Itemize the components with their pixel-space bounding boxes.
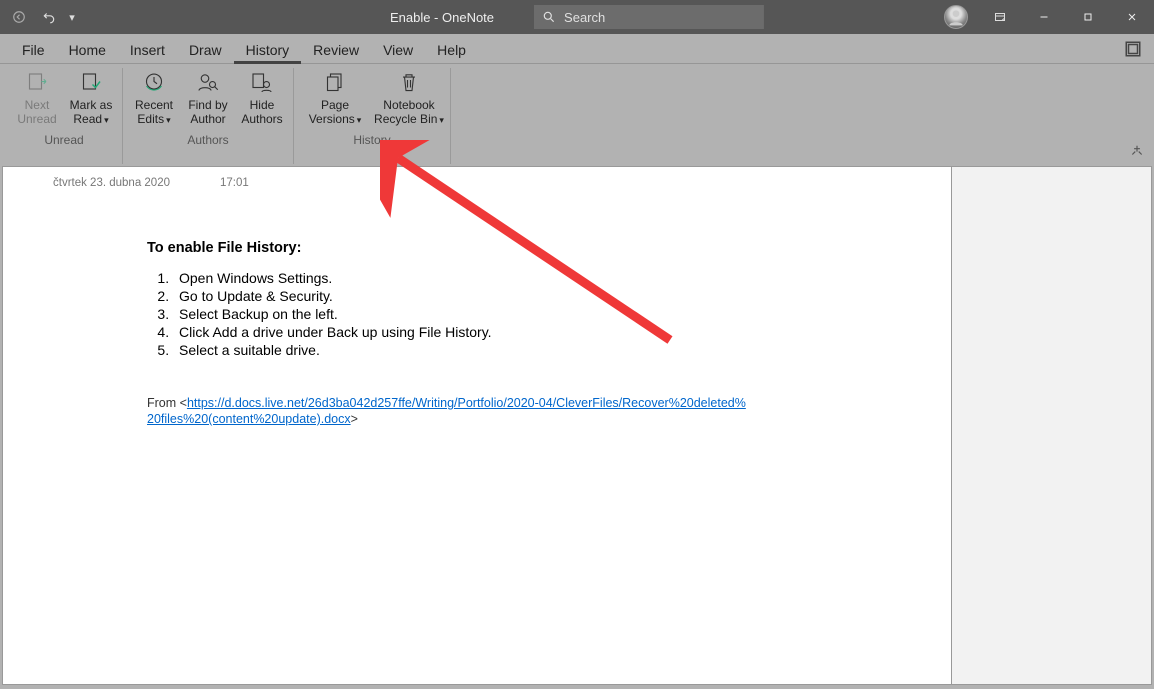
- list-item: Select Backup on the left.: [173, 305, 891, 323]
- group-label-unread: Unread: [12, 127, 116, 149]
- ribbon-display-button[interactable]: [978, 2, 1022, 32]
- mark-as-read-button[interactable]: Mark as Read▾: [66, 68, 116, 127]
- title-center: Enable - OneNote: [390, 5, 764, 29]
- back-button[interactable]: [4, 2, 34, 32]
- trash-icon: [393, 70, 425, 96]
- page-arrow-icon: [21, 70, 53, 96]
- steps-list: Open Windows Settings. Go to Update & Se…: [147, 269, 891, 359]
- page-versions-button[interactable]: Page Versions▾: [300, 68, 370, 127]
- menu-history[interactable]: History: [234, 38, 302, 64]
- titlebar: ▾ Enable - OneNote: [0, 0, 1154, 34]
- minimize-button[interactable]: [1022, 2, 1066, 32]
- workspace: čtvrtek 23. dubna 2020 17:01 To enable F…: [0, 164, 1154, 689]
- list-item: Click Add a drive under Back up using Fi…: [173, 323, 891, 341]
- clock-refresh-icon: [138, 70, 170, 96]
- content-heading: To enable File History:: [147, 239, 891, 257]
- search-box[interactable]: [534, 5, 764, 29]
- fullscreen-icon[interactable]: [1124, 40, 1142, 58]
- undo-button[interactable]: [34, 2, 64, 32]
- person-search-icon: [192, 70, 224, 96]
- page-check-icon: [75, 70, 107, 96]
- group-label-authors: Authors: [129, 127, 287, 149]
- pages-stack-icon: [319, 70, 351, 96]
- ribbon-group-authors: Recent Edits▾ Find by Author Hide Author…: [123, 68, 294, 164]
- list-item: Select a suitable drive.: [173, 341, 891, 359]
- pin-ribbon-icon[interactable]: [1130, 144, 1144, 158]
- page-canvas[interactable]: čtvrtek 23. dubna 2020 17:01 To enable F…: [2, 166, 952, 685]
- page-list-panel[interactable]: [952, 166, 1152, 685]
- search-input[interactable]: [564, 10, 756, 25]
- search-icon: [542, 10, 556, 24]
- menu-view[interactable]: View: [371, 37, 425, 63]
- ribbon-group-unread: Next Unread Mark as Read▾ Unread: [6, 68, 123, 164]
- menu-file[interactable]: File: [10, 37, 57, 63]
- qat-more[interactable]: ▾: [64, 2, 80, 32]
- group-label-history: History: [300, 127, 444, 149]
- hide-authors-button[interactable]: Hide Authors: [237, 68, 287, 127]
- source-line: From <https://d.docs.live.net/26d3ba042d…: [147, 395, 747, 427]
- next-unread-button[interactable]: Next Unread: [12, 68, 62, 127]
- source-link[interactable]: https://d.docs.live.net/26d3ba042d257ffe…: [147, 396, 746, 426]
- maximize-button[interactable]: [1066, 2, 1110, 32]
- title-right: [944, 2, 1154, 32]
- ribbon: Next Unread Mark as Read▾ Unread Recent …: [0, 64, 1154, 164]
- list-item: Open Windows Settings.: [173, 269, 891, 287]
- qat: ▾: [0, 2, 110, 32]
- menubar: File Home Insert Draw History Review Vie…: [0, 34, 1154, 64]
- menu-insert[interactable]: Insert: [118, 37, 177, 63]
- user-avatar[interactable]: [944, 5, 968, 29]
- person-page-icon: [246, 70, 278, 96]
- close-button[interactable]: [1110, 2, 1154, 32]
- find-by-author-button[interactable]: Find by Author: [183, 68, 233, 127]
- recycle-bin-button[interactable]: Notebook Recycle Bin▾: [374, 68, 444, 127]
- list-item: Go to Update & Security.: [173, 287, 891, 305]
- menu-help[interactable]: Help: [425, 37, 478, 63]
- recent-edits-button[interactable]: Recent Edits▾: [129, 68, 179, 127]
- note-content[interactable]: To enable File History: Open Windows Set…: [3, 189, 951, 427]
- page-meta: čtvrtek 23. dubna 2020 17:01: [3, 167, 951, 189]
- menu-draw[interactable]: Draw: [177, 37, 234, 63]
- page-date: čtvrtek 23. dubna 2020: [53, 177, 170, 189]
- window-title: Enable - OneNote: [390, 10, 494, 25]
- ribbon-group-history: Page Versions▾ Notebook Recycle Bin▾ His…: [294, 68, 451, 164]
- menu-review[interactable]: Review: [301, 37, 371, 63]
- menu-home[interactable]: Home: [57, 37, 118, 63]
- page-time: 17:01: [220, 177, 249, 189]
